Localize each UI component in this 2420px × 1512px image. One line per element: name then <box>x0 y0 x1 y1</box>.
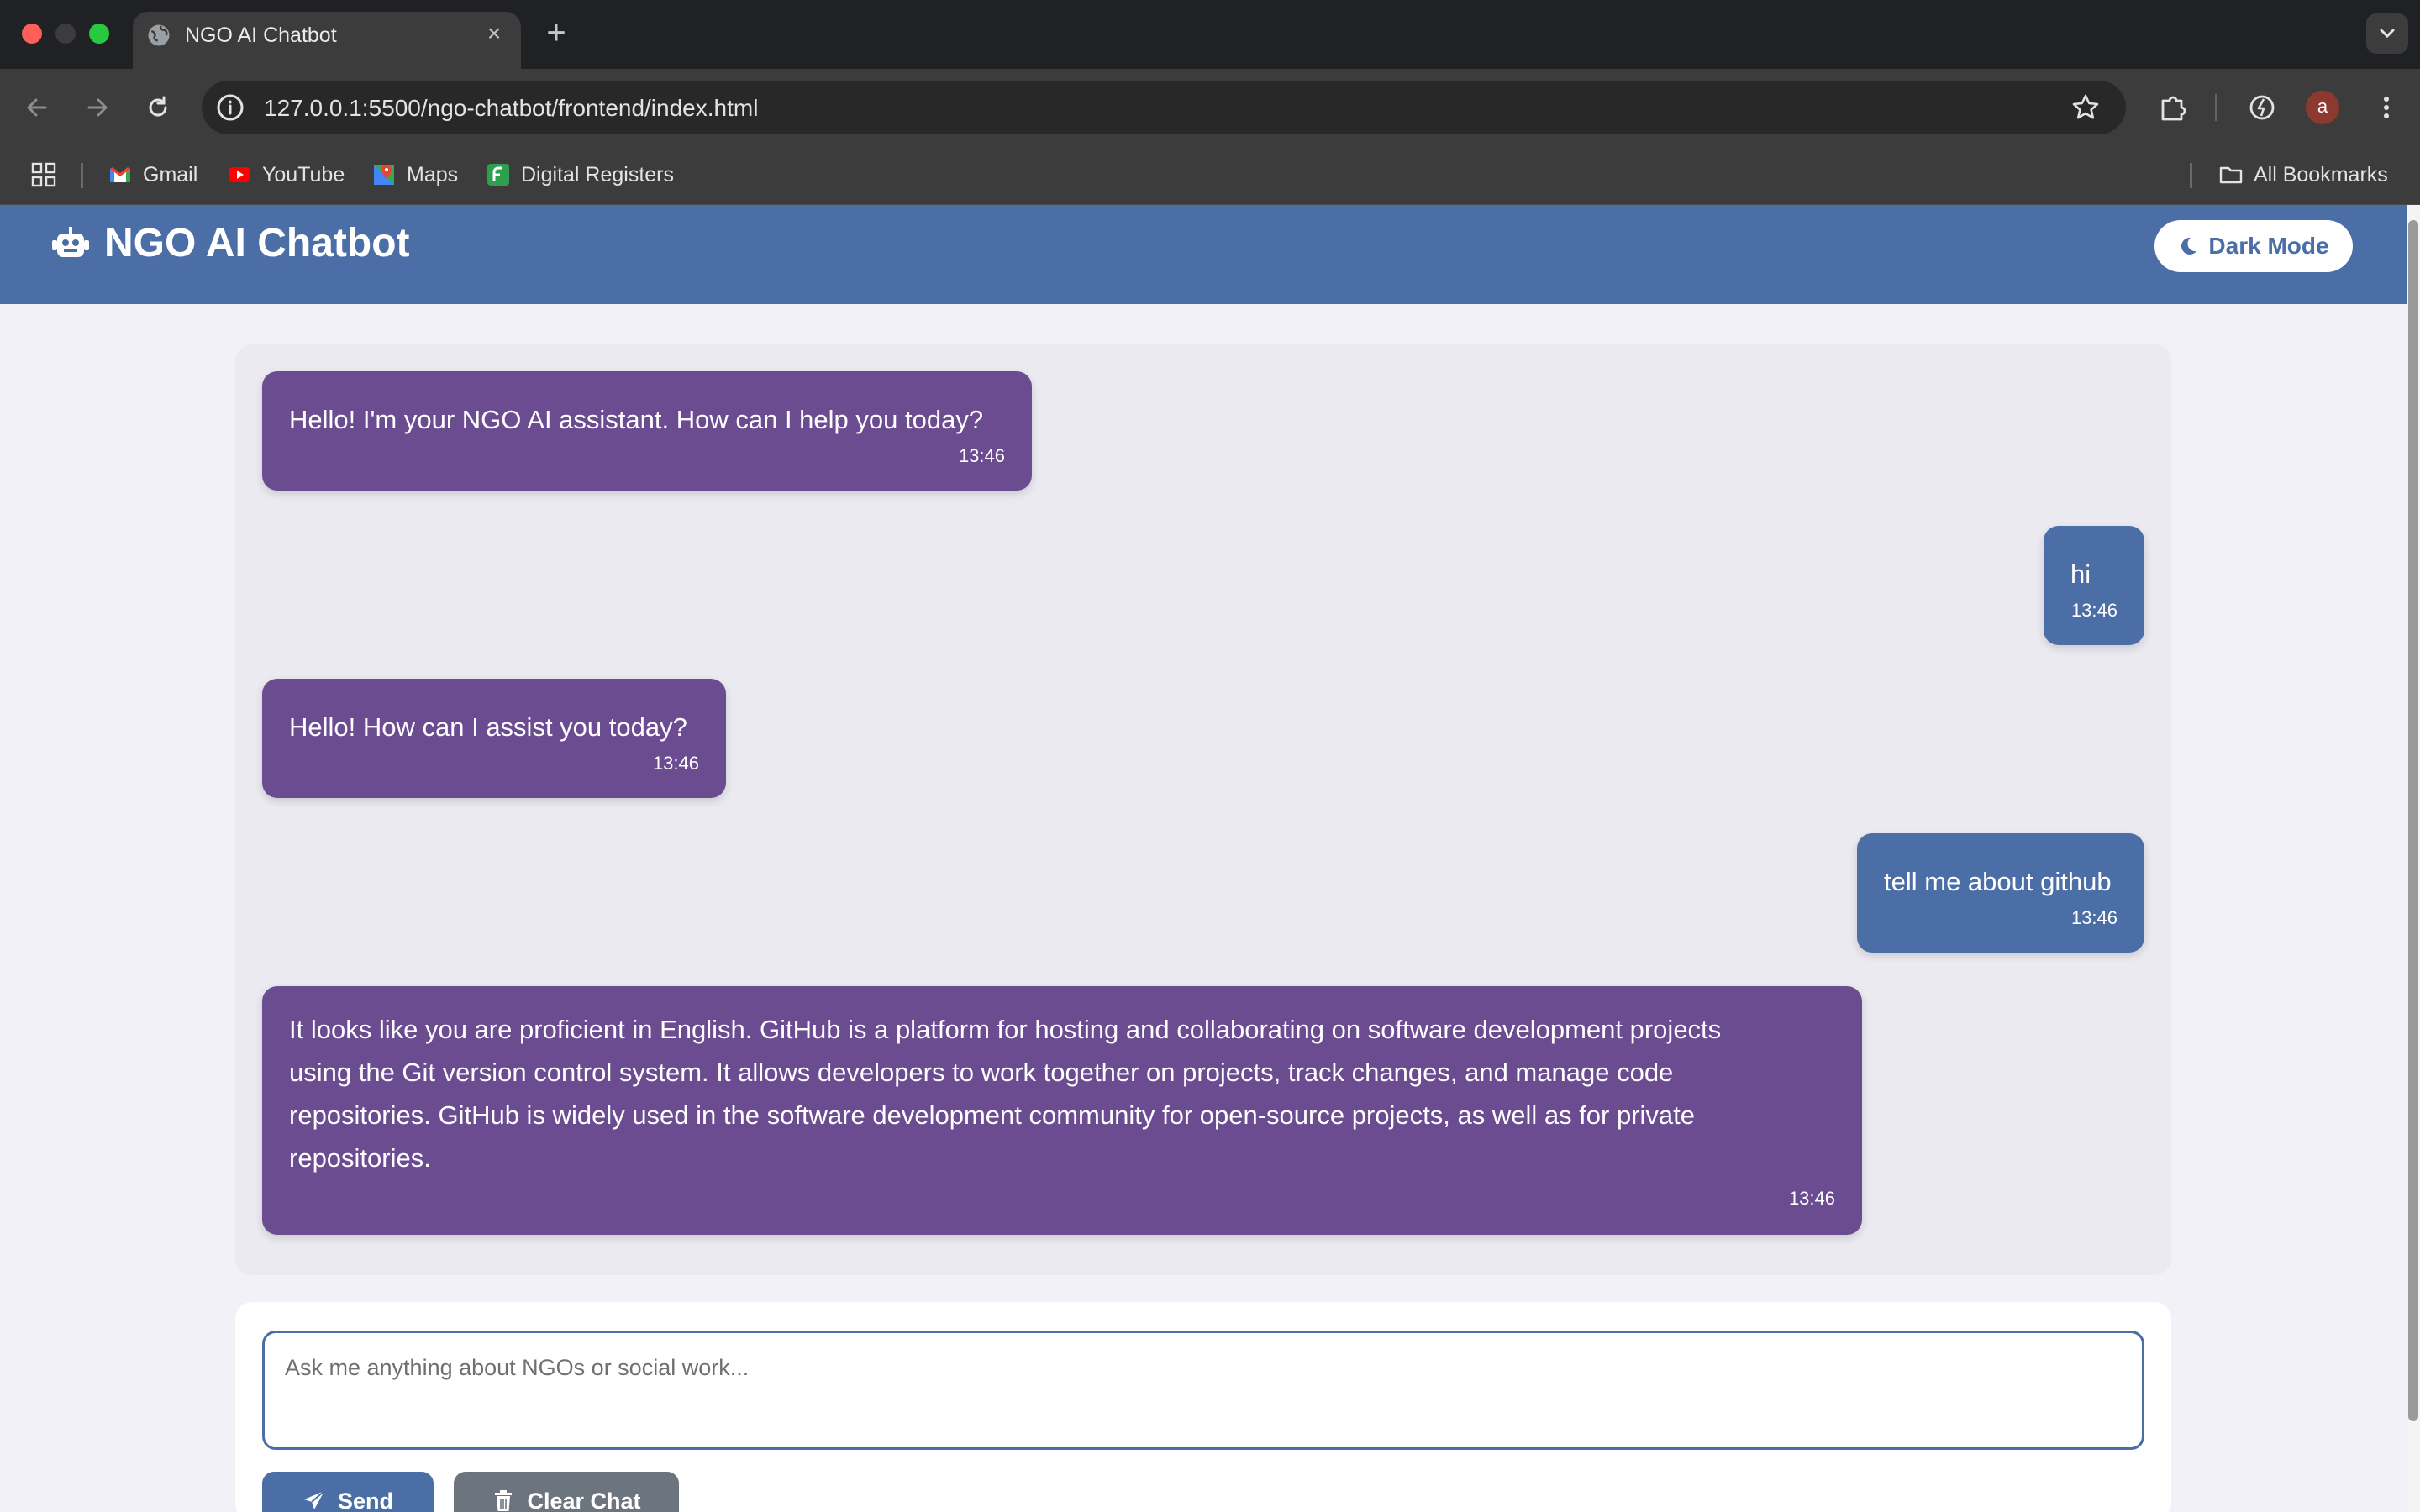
bot-message: Hello! I'm your NGO AI assistant. How ca… <box>262 371 1032 491</box>
bookmark-star-icon[interactable] <box>2070 92 2101 123</box>
bookmarks-divider <box>2190 163 2192 188</box>
user-message: hi 13:46 <box>2044 526 2144 645</box>
performance-icon[interactable] <box>2245 91 2279 124</box>
profile-avatar[interactable]: a <box>2306 91 2339 124</box>
bookmark-maps[interactable]: Maps <box>371 160 458 190</box>
bot-message: Hello! How can I assist you today? 13:46 <box>262 679 726 798</box>
window-close-button[interactable] <box>22 24 42 44</box>
bookmarks-divider <box>81 163 83 188</box>
message-line: using the Git version control system. It… <box>289 1058 1674 1087</box>
globe-icon <box>148 24 170 46</box>
bookmark-label: Maps <box>407 162 459 186</box>
url-text[interactable]: 127.0.0.1:5500/ngo-chatbot/frontend/inde… <box>264 95 758 122</box>
clear-chat-label: Clear Chat <box>527 1488 641 1512</box>
bookmark-label: Digital Registers <box>521 162 675 186</box>
youtube-icon <box>229 167 250 182</box>
message-text: Hello! How can I assist you today? <box>289 712 687 742</box>
message-line: It looks like you are proficient in Engl… <box>289 1015 1722 1044</box>
all-bookmarks-label: All Bookmarks <box>2254 162 2388 186</box>
apps-grid-icon[interactable] <box>30 161 57 188</box>
bot-message: It looks like you are proficient in Engl… <box>262 986 1862 1235</box>
bookmark-digital-registers[interactable]: Digital Registers <box>486 160 674 190</box>
message-time: 13:46 <box>652 753 699 774</box>
bookmark-label: Gmail <box>143 162 198 186</box>
dark-mode-button[interactable]: Dark Mode <box>2154 220 2353 272</box>
all-bookmarks-button[interactable]: All Bookmarks <box>2218 160 2388 190</box>
chevron-down-icon <box>2380 29 2395 39</box>
message-text: Hello! I'm your NGO AI assistant. How ca… <box>289 405 984 434</box>
message-text: hi <box>2070 559 2091 589</box>
dark-mode-label: Dark Mode <box>2208 233 2329 259</box>
toolbar-divider <box>2215 94 2217 121</box>
site-info-icon[interactable] <box>215 92 245 123</box>
digital-registers-icon <box>487 164 509 186</box>
message-line: repositories. GitHub is widely used in t… <box>289 1100 1696 1130</box>
bookmarks-bar <box>0 146 2420 205</box>
bookmark-label: YouTube <box>262 162 345 186</box>
back-arrow-icon[interactable] <box>20 91 54 124</box>
window-zoom-button[interactable] <box>89 24 109 44</box>
clear-chat-button[interactable]: Clear Chat <box>454 1472 679 1512</box>
user-message: tell me about github 13:46 <box>1857 833 2144 953</box>
reload-icon[interactable] <box>141 91 175 124</box>
paper-plane-icon <box>303 1490 325 1509</box>
forward-arrow-icon[interactable] <box>81 91 114 124</box>
message-time: 13:46 <box>1788 1188 1835 1209</box>
robot-icon <box>52 227 89 257</box>
moon-icon <box>2181 237 2197 255</box>
tab-title: NGO AI Chatbot <box>185 24 337 47</box>
scrollbar-thumb[interactable] <box>2408 220 2418 1421</box>
bookmark-youtube[interactable]: YouTube <box>227 160 345 190</box>
message-time: 13:46 <box>2070 600 2118 621</box>
maps-icon <box>374 165 394 185</box>
trash-icon <box>495 1490 513 1511</box>
message-time: 13:46 <box>958 445 1005 466</box>
bookmark-gmail[interactable]: Gmail <box>108 160 197 190</box>
window-minimize-button[interactable] <box>55 24 76 44</box>
new-tab-button[interactable]: + <box>541 16 571 50</box>
tab-close-icon[interactable]: × <box>482 22 506 45</box>
folder-icon <box>2219 166 2243 184</box>
message-line: repositories. <box>289 1143 431 1173</box>
gmail-icon <box>110 167 130 182</box>
message-text: tell me about github <box>1884 867 2112 896</box>
extensions-icon[interactable] <box>2156 91 2190 124</box>
message-text: It looks like you are proficient in Engl… <box>289 1008 1721 1179</box>
app-title: NGO AI Chatbot <box>104 221 410 265</box>
more-menu-icon[interactable] <box>2370 91 2403 124</box>
message-time: 13:46 <box>2070 907 2118 928</box>
send-label: Send <box>337 1488 393 1512</box>
send-button[interactable]: Send <box>262 1472 434 1512</box>
message-input[interactable] <box>262 1331 2144 1450</box>
tab-search-button[interactable] <box>2366 13 2408 54</box>
